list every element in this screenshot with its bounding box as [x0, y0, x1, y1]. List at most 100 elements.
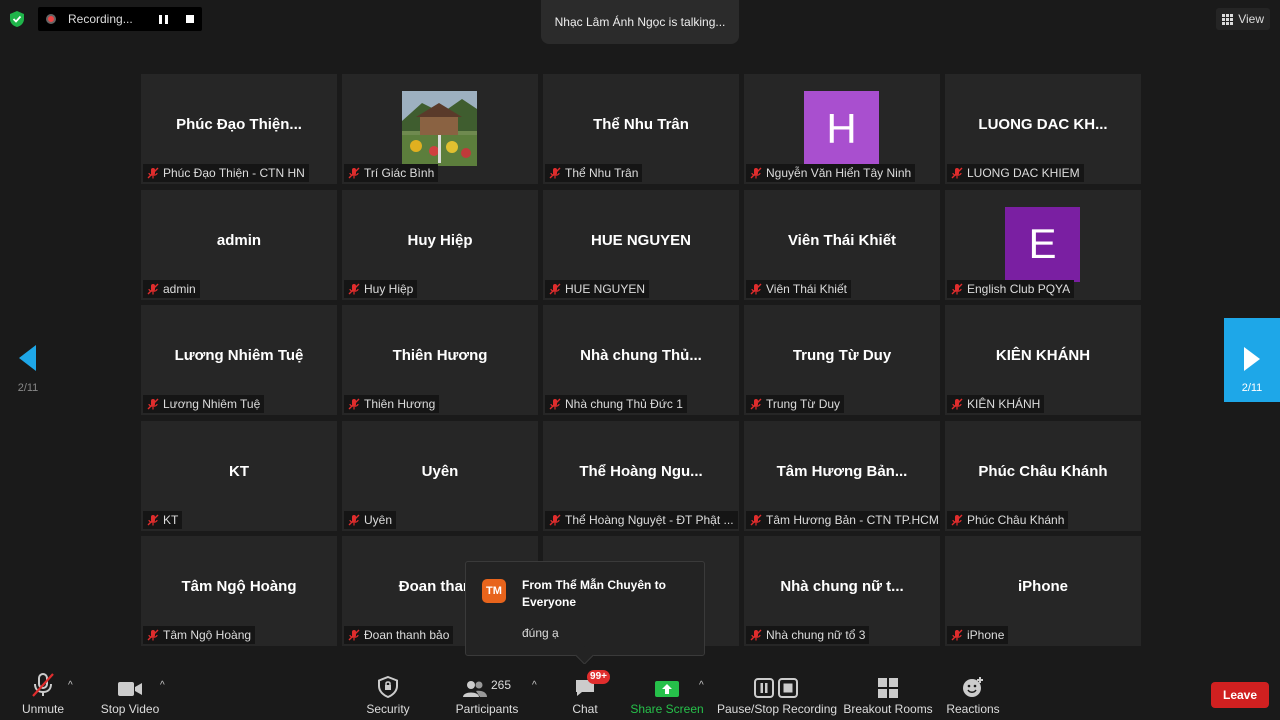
participant-tile[interactable]: Thể Hoàng Ngu... Thể Hoàng Nguyệt - ĐT Ph…: [543, 420, 739, 531]
participant-tile[interactable]: HUE NGUYEN HUE NGUYEN: [543, 189, 739, 300]
participant-tile[interactable]: Nhà chung nữ t... Nhà chung nữ tổ 3: [744, 536, 940, 646]
participant-label-text: Tâm Hương Bản - CTN TP.HCM: [766, 512, 939, 527]
participants-options-caret-icon[interactable]: ^: [532, 680, 537, 691]
participant-name-label: KT: [143, 510, 183, 529]
participant-tile[interactable]: Thiên Hương Thiên Hương: [342, 305, 538, 415]
participant-display-name: Nhà chung nữ t...: [780, 578, 904, 595]
participant-display-name: Trung Từ Duy: [792, 347, 892, 364]
participant-name-label: Tâm Ngộ Hoàng: [143, 626, 256, 644]
reactions-button[interactable]: Reactions: [946, 664, 1000, 720]
share-options-caret-icon[interactable]: ^: [699, 680, 704, 691]
muted-mic-icon: [348, 514, 360, 526]
breakout-rooms-button[interactable]: Breakout Rooms: [843, 664, 933, 720]
participant-label-text: Phúc Đạo Thiện - CTN HN: [163, 166, 305, 180]
participant-tile[interactable]: Nhà chung Thủ... Nhà chung Thủ Đức 1: [543, 305, 739, 415]
participant-tile[interactable]: Viên Thái Khiết Viên Thái Khiết: [744, 189, 940, 300]
unmute-button[interactable]: Unmute: [20, 664, 66, 720]
chat-sender-avatar: TM: [482, 579, 506, 603]
participant-tile[interactable]: E English Club PQYA: [945, 189, 1141, 300]
muted-mic-icon: [951, 629, 963, 641]
participant-name-label: Trung Từ Duy: [746, 395, 845, 413]
unmute-label: Unmute: [21, 702, 65, 716]
participant-label-text: Thể Nhu Trân: [565, 166, 639, 180]
participant-display-name: LUONG DAC KH...: [978, 116, 1108, 133]
participant-label-text: Phúc Châu Khánh: [967, 512, 1065, 527]
participant-avatar: H: [804, 91, 879, 166]
participant-tile[interactable]: Huy Hiệp Huy Hiệp: [342, 189, 538, 300]
participant-label-text: iPhone: [967, 628, 1005, 642]
participant-tile[interactable]: admin admin: [141, 189, 337, 300]
leave-button[interactable]: Leave: [1211, 682, 1269, 708]
stop-video-button[interactable]: Stop Video: [100, 664, 160, 720]
participant-label-text: Nhà chung Thủ Đức 1: [565, 397, 683, 411]
participant-label-text: LUONG DAC KHIEM: [967, 166, 1080, 180]
muted-mic-icon: [348, 167, 360, 179]
chat-label: Chat: [572, 702, 598, 716]
security-label: Security: [366, 702, 410, 716]
video-options-caret-icon[interactable]: ^: [160, 680, 165, 691]
participant-tile[interactable]: Tâm Ngộ Hoàng Tâm Ngộ Hoàng: [141, 536, 337, 646]
participant-name-label: Phúc Đạo Thiện - CTN HN: [143, 164, 309, 182]
participant-tile[interactable]: Phúc Châu Khánh Phúc Châu Khánh: [945, 420, 1141, 531]
participant-tile[interactable]: KIÊN KHÁNH KIÊN KHÁNH: [945, 305, 1141, 415]
muted-mic-icon: [750, 167, 762, 179]
participant-tile[interactable]: Thể Nhu Trân Thể Nhu Trân: [543, 74, 739, 184]
muted-mic-icon: [549, 514, 561, 526]
grid-view-icon: [1222, 13, 1234, 25]
participant-avatar: E: [1005, 206, 1080, 282]
participant-display-name: Phúc Châu Khánh: [978, 462, 1108, 480]
participant-name-label: Nhà chung Thủ Đức 1: [545, 395, 687, 413]
participant-tile[interactable]: Trung Từ Duy Trung Từ Duy: [744, 305, 940, 415]
participant-display-name: KIÊN KHÁNH: [995, 347, 1091, 364]
participant-tile[interactable]: Uyên Uyên: [342, 420, 538, 531]
participant-tile[interactable]: Phúc Đạo Thiện... Phúc Đạo Thiện - CTN HN: [141, 74, 337, 184]
stop-recording-icon[interactable]: [186, 15, 194, 23]
participant-tile[interactable]: iPhone iPhone: [945, 536, 1141, 646]
security-shield-icon[interactable]: [6, 8, 28, 30]
muted-mic-icon: [750, 514, 762, 526]
participant-tile[interactable]: KT KT: [141, 420, 337, 531]
pause-recording-icon[interactable]: [159, 14, 168, 24]
participant-label-text: Đoan thanh bảo: [364, 628, 450, 642]
muted-mic-icon: [951, 283, 963, 295]
participant-name-label: Thiên Hương: [344, 395, 440, 413]
participant-label-text: Viên Thái Khiết: [766, 281, 847, 296]
participant-label-text: admin: [163, 281, 196, 296]
participant-display-name: Uyên: [421, 462, 459, 480]
video-camera-icon: [118, 682, 142, 696]
security-shield-outline-icon: [378, 676, 398, 698]
recording-dot-icon: [46, 14, 56, 24]
reactions-label: Reactions: [946, 702, 1000, 716]
participant-tile[interactable]: LUONG DAC KH... LUONG DAC KHIEM: [945, 74, 1141, 184]
audio-options-caret-icon[interactable]: ^: [68, 680, 73, 691]
participant-name-label: Thể Hoàng Nguyệt - ĐT Phật ...: [545, 510, 738, 529]
chat-notification[interactable]: TM From Thể Mẫn Chuyên to Everyone đúng …: [465, 561, 705, 665]
share-screen-button[interactable]: Share Screen: [630, 664, 704, 720]
participant-name-label: English Club PQYA: [947, 279, 1075, 298]
participant-display-name: Nhà chung Thủ...: [580, 347, 702, 364]
chat-button[interactable]: 99+ Chat: [570, 664, 610, 720]
participant-label-text: English Club PQYA: [967, 281, 1071, 296]
participant-display-name: Huy Hiệp: [407, 231, 473, 249]
security-button[interactable]: Security: [362, 664, 414, 720]
participant-tile[interactable]: Trí Giác Bình: [342, 74, 538, 184]
participants-button[interactable]: 265 Participants: [456, 664, 519, 720]
participant-label-text: Tâm Ngộ Hoàng: [163, 628, 252, 642]
muted-mic-icon: [951, 167, 963, 179]
participant-label-text: KT: [163, 512, 179, 527]
participant-name-label: Trí Giác Bình: [344, 164, 439, 182]
participants-icon: [462, 681, 487, 697]
muted-mic-icon: [951, 514, 963, 526]
participant-name-label: Phúc Châu Khánh: [947, 510, 1069, 529]
muted-mic-icon: [750, 398, 762, 410]
participant-tile[interactable]: H Nguyễn Văn Hiển Tây Ninh: [744, 74, 940, 184]
next-page-button[interactable]: 2/11: [1224, 318, 1280, 402]
muted-mic-icon: [951, 398, 963, 410]
participant-tile[interactable]: Lương Nhiêm Tuệ Lương Nhiêm Tuệ: [141, 305, 337, 415]
participant-display-name: Tâm Hương Bản...: [776, 462, 908, 480]
view-button[interactable]: View: [1216, 8, 1270, 30]
participant-name-label: Thể Nhu Trân: [545, 164, 643, 182]
participant-tile[interactable]: Tâm Hương Bản... Tâm Hương Bản - CTN TP.H…: [744, 420, 940, 531]
pause-stop-recording-button[interactable]: Pause/Stop Recording: [717, 664, 837, 720]
previous-page-button[interactable]: 2/11: [10, 345, 46, 394]
